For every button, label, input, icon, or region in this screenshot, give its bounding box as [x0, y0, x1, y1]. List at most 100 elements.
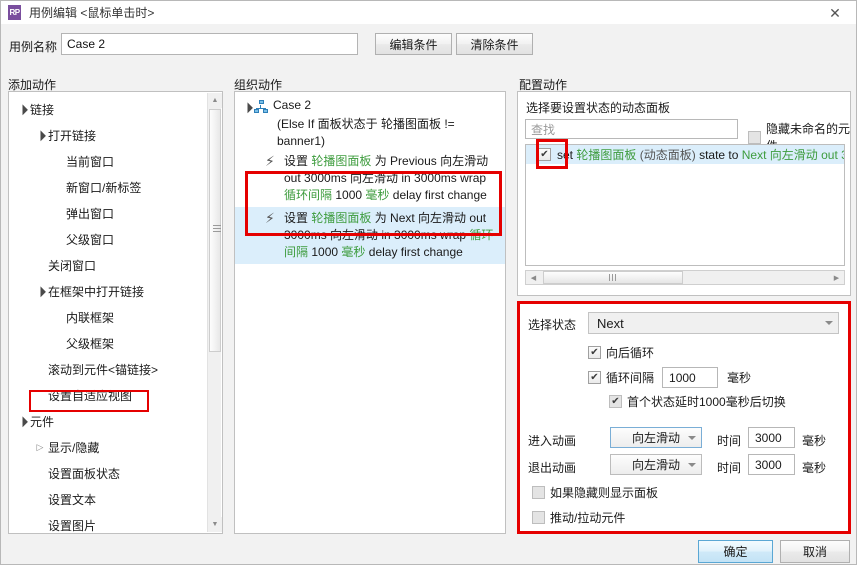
tree-item-label: 设置图片: [48, 518, 97, 533]
case-node[interactable]: Case 2: [235, 98, 505, 116]
case-branch-icon: [254, 100, 268, 114]
search-input[interactable]: 查找: [525, 119, 738, 139]
backward-loop-checkbox[interactable]: [588, 346, 601, 359]
window-title: 用例编辑 <鼠标单击时>: [29, 6, 155, 20]
case-condition-text: (Else If 面板状态于 轮播图面板 != banner1): [277, 117, 455, 148]
case-name-input[interactable]: [61, 33, 358, 55]
tree-item[interactable]: 内联框架: [9, 304, 208, 330]
panel-item-text: set 轮播图面板 (动态面板) state to Next 向左滑动 out …: [557, 148, 844, 162]
tree-item[interactable]: 关闭窗口: [9, 252, 208, 278]
enter-time-input[interactable]: 3000: [748, 427, 795, 448]
tree-item[interactable]: 父级窗口: [9, 226, 208, 252]
tree-item[interactable]: 显示/隐藏: [9, 434, 208, 460]
close-icon[interactable]: ✕: [822, 4, 848, 21]
tree-item-label: 显示/隐藏: [48, 440, 100, 455]
exit-time-unit: 毫秒: [802, 461, 827, 475]
organize-action-tree[interactable]: Case 2 (Else If 面板状态于 轮播图面板 != banner1) …: [235, 92, 505, 533]
exit-animation-value: 向左滑动: [631, 458, 680, 472]
hscroll-thumb[interactable]: [543, 271, 683, 284]
exit-time-input[interactable]: 3000: [748, 454, 795, 475]
loop-interval-input[interactable]: 1000: [662, 367, 719, 388]
push-pull-row[interactable]: 推动/拉动元件: [532, 509, 625, 526]
action-text-2: 设置 轮播图面板 为 Next 向左滑动 out 3000ms 向左滑动 in …: [284, 211, 494, 259]
organize-action-row-1[interactable]: 设置 轮播图面板 为 Previous 向左滑动 out 3000ms 向左滑动…: [235, 150, 505, 207]
push-pull-label: 推动/拉动元件: [550, 511, 626, 525]
tree-item[interactable]: 父级框架: [9, 330, 208, 356]
tree-item[interactable]: 设置面板状态: [9, 460, 208, 486]
state-options-panel: 选择状态 Next 向后循环 循环间隔 1000 毫秒 首个状态延时1000毫秒…: [517, 301, 851, 534]
tree-item-label: 新窗口/新标签: [66, 180, 142, 195]
select-state-dropdown[interactable]: Next: [588, 312, 839, 334]
backward-loop-label: 向后循环: [606, 346, 655, 360]
tree-item-label: 元件: [30, 414, 55, 429]
rp-logo-icon: RP: [6, 5, 21, 20]
tree-item[interactable]: 滚动到元件<锚链接>: [9, 356, 208, 382]
tree-item-label: 弹出窗口: [66, 206, 115, 221]
tree-item[interactable]: 当前窗口: [9, 148, 208, 174]
clear-condition-button[interactable]: 清除条件: [456, 33, 533, 55]
dynamic-panel-list-item[interactable]: set 轮播图面板 (动态面板) state to Next 向左滑动 out …: [526, 145, 844, 164]
enter-time-unit: 毫秒: [802, 434, 827, 448]
backward-loop-row[interactable]: 向后循环: [588, 344, 654, 361]
tree-item-label: 内联框架: [66, 310, 115, 325]
panel-item-checkbox[interactable]: [538, 148, 551, 161]
scroll-up-icon[interactable]: ▲: [208, 93, 222, 108]
expand-arrow-icon[interactable]: [241, 98, 254, 116]
cancel-button[interactable]: 取消: [780, 540, 850, 563]
action-bolt-icon: [265, 211, 279, 227]
tree-item[interactable]: 打开链接: [9, 122, 208, 148]
tree-item-label: 设置自适应视图: [48, 388, 133, 403]
tree-item[interactable]: 弹出窗口: [9, 200, 208, 226]
tree-item[interactable]: 链接: [9, 96, 208, 122]
organize-action-panel: Case 2 (Else If 面板状态于 轮播图面板 != banner1) …: [234, 91, 506, 534]
tree-item[interactable]: 在框架中打开链接: [9, 278, 208, 304]
scroll-down-icon[interactable]: ▼: [208, 517, 222, 532]
edit-condition-button[interactable]: 编辑条件: [375, 33, 452, 55]
case-name-label: 用例名称: [9, 40, 58, 54]
push-pull-checkbox[interactable]: [532, 511, 545, 524]
case-name-row: 用例名称 编辑条件 清除条件: [1, 25, 856, 67]
tree-item-label: 关闭窗口: [48, 258, 97, 273]
exit-time-label: 时间: [717, 461, 742, 475]
ok-button[interactable]: 确定: [698, 540, 773, 563]
tree-item[interactable]: 元件: [9, 408, 208, 434]
enter-animation-dropdown[interactable]: 向左滑动: [610, 427, 702, 448]
loop-interval-checkbox[interactable]: [588, 371, 601, 384]
expand-arrow-icon[interactable]: [33, 287, 47, 296]
organize-action-row-2[interactable]: 设置 轮播图面板 为 Next 向左滑动 out 3000ms 向左滑动 in …: [235, 207, 505, 264]
tree-item[interactable]: 设置自适应视图: [9, 382, 208, 408]
expand-arrow-icon[interactable]: [15, 105, 29, 114]
use-case-editor-dialog: RP 用例编辑 <鼠标单击时> ✕ 用例名称 编辑条件 清除条件 添加动作 组织…: [0, 0, 857, 565]
title-bar: RP 用例编辑 <鼠标单击时> ✕: [1, 1, 856, 24]
dynamic-panel-list[interactable]: set 轮播图面板 (动态面板) state to Next 向左滑动 out …: [525, 144, 845, 266]
show-if-hidden-row[interactable]: 如果隐藏则显示面板: [532, 484, 658, 501]
add-action-panel: 链接打开链接当前窗口新窗口/新标签弹出窗口父级窗口关闭窗口在框架中打开链接内联框…: [8, 91, 223, 534]
show-if-hidden-checkbox[interactable]: [532, 486, 545, 499]
enter-animation-label: 进入动画: [528, 434, 577, 448]
tree-item-label: 设置文本: [48, 492, 97, 507]
tree-item[interactable]: 新窗口/新标签: [9, 174, 208, 200]
tree-item-label: 在框架中打开链接: [48, 284, 145, 299]
first-delay-row[interactable]: 首个状态延时1000毫秒后切换: [609, 393, 786, 410]
chevron-down-icon: [825, 321, 833, 325]
action-tree-scrollbar[interactable]: ▲ ▼: [207, 93, 222, 532]
loop-interval-row[interactable]: 循环间隔 1000 毫秒: [588, 367, 751, 388]
hide-unnamed-checkbox[interactable]: [748, 130, 761, 144]
configure-action-panel: 选择要设置状态的动态面板 查找 隐藏未命名的元件 set 轮播图面板 (动态面板…: [517, 91, 851, 296]
select-state-label: 选择状态: [528, 318, 577, 332]
expand-arrow-icon[interactable]: [33, 442, 47, 453]
expand-arrow-icon[interactable]: [33, 131, 47, 140]
first-delay-checkbox[interactable]: [609, 395, 622, 408]
tree-item-label: 当前窗口: [66, 154, 115, 169]
dynamic-panel-list-hscrollbar[interactable]: ◀ ▶: [525, 270, 845, 285]
scroll-thumb[interactable]: [209, 109, 221, 352]
exit-animation-dropdown[interactable]: 向左滑动: [610, 454, 702, 475]
action-tree[interactable]: 链接打开链接当前窗口新窗口/新标签弹出窗口父级窗口关闭窗口在框架中打开链接内联框…: [9, 92, 208, 533]
tree-item-label: 打开链接: [48, 128, 97, 143]
chevron-down-icon: [688, 435, 696, 440]
scroll-right-icon[interactable]: ▶: [829, 271, 844, 284]
scroll-left-icon[interactable]: ◀: [526, 271, 541, 284]
tree-item[interactable]: 设置文本: [9, 486, 208, 512]
expand-arrow-icon[interactable]: [15, 417, 29, 426]
tree-item[interactable]: 设置图片: [9, 512, 208, 533]
